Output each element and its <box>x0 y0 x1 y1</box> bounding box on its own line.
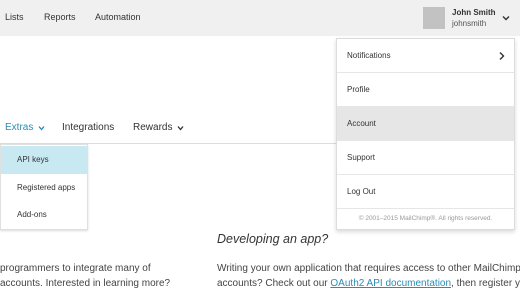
topnav-reports[interactable]: Reports <box>44 12 76 22</box>
user-username: johnsmith <box>452 19 487 28</box>
chevron-down-icon <box>38 125 45 131</box>
avatar <box>423 7 445 29</box>
left-paragraph-line-1: programmers to integrate many of <box>0 263 151 274</box>
subnav-extras-label: Extras <box>5 122 34 133</box>
account-dropdown-menu: Notifications Profile Account Support Lo… <box>336 38 515 230</box>
developing-app-heading: Developing an app? <box>217 232 329 246</box>
oauth2-docs-link[interactable]: OAuth2 API documentation <box>330 278 451 289</box>
menu-item-notifications-label: Notifications <box>347 51 391 60</box>
menu-item-log-out[interactable]: Log Out <box>337 175 514 209</box>
chevron-down-icon <box>177 125 184 131</box>
menu-item-support[interactable]: Support <box>337 141 514 175</box>
subnav-integrations[interactable]: Integrations <box>62 122 114 133</box>
menu-item-notifications[interactable]: Notifications <box>337 39 514 73</box>
user-name: John Smith <box>452 8 496 17</box>
chevron-right-icon <box>499 52 505 60</box>
right-paragraph-text: accounts? Check out our <box>217 278 331 289</box>
subnav-integrations-label: Integrations <box>62 122 115 133</box>
subnav-rewards-label: Rewards <box>133 122 173 133</box>
subnav-rewards[interactable]: Rewards <box>133 122 184 133</box>
extras-item-registered-apps[interactable]: Registered apps <box>1 174 88 202</box>
left-paragraph-line-2: accounts. Interested in learning more? <box>0 278 171 289</box>
copyright-text: © 2001–2015 MailChimp®. All rights reser… <box>358 215 493 222</box>
top-navigation-bar: Lists Reports Automation John Smith john… <box>0 0 520 36</box>
right-paragraph-line-2: accounts? Check out our OAuth2 API docum… <box>217 278 520 289</box>
menu-item-profile[interactable]: Profile <box>337 73 514 107</box>
right-paragraph-text-end: , then register your <box>451 278 520 289</box>
extras-item-add-ons[interactable]: Add-ons <box>1 201 88 229</box>
user-account-toggle[interactable]: John Smith johnsmith <box>421 5 520 31</box>
extras-dropdown-menu: API keys Registered apps Add-ons <box>0 144 88 230</box>
menu-item-account[interactable]: Account <box>337 107 514 141</box>
topnav-lists[interactable]: Lists <box>5 12 24 22</box>
subnav-extras[interactable]: Extras <box>5 122 45 133</box>
extras-item-api-keys[interactable]: API keys <box>1 146 88 174</box>
topnav-automation[interactable]: Automation <box>95 12 141 22</box>
chevron-down-icon <box>502 16 510 21</box>
right-paragraph-line-1: Writing your own application that requir… <box>217 263 520 274</box>
